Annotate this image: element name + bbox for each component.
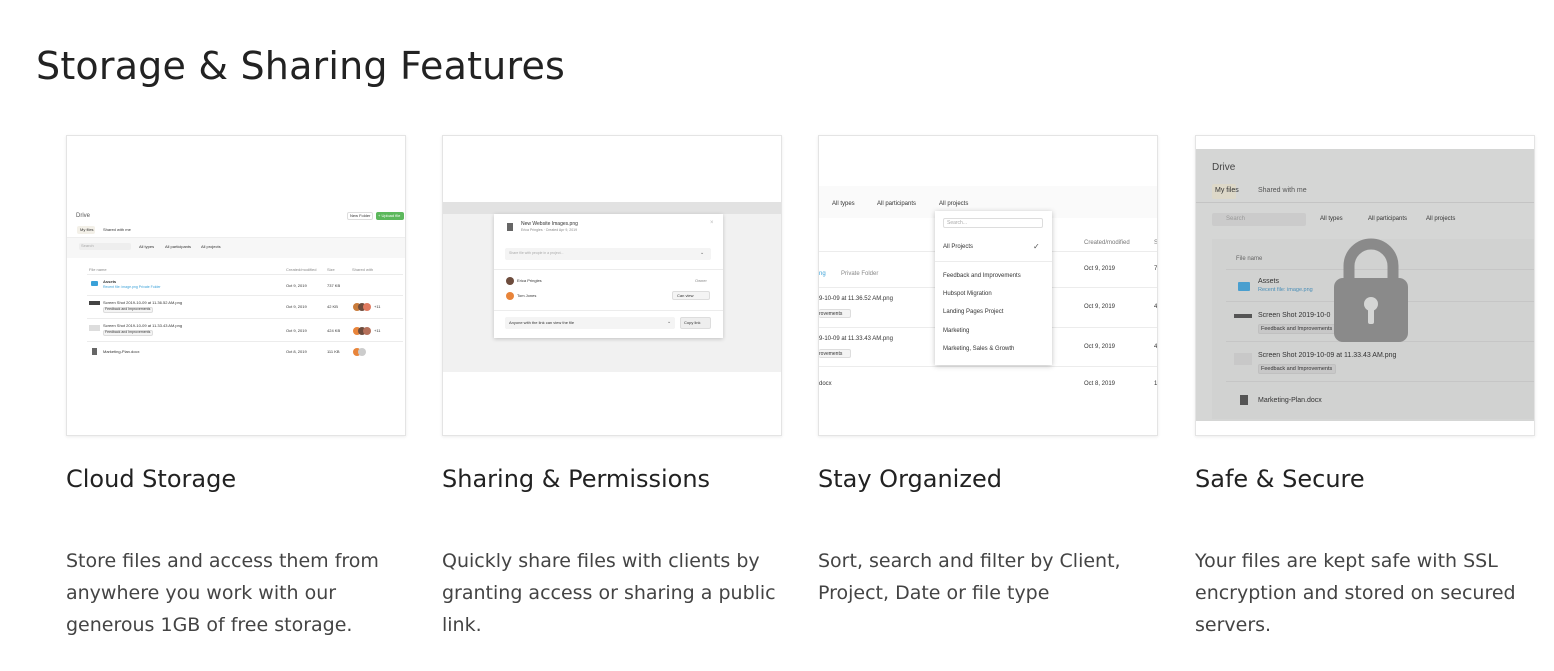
col-size: Si	[1154, 240, 1158, 246]
col-file-name: File name	[89, 267, 107, 272]
feature-card-sharing-permissions: New Website Images.png Erica Pringles · …	[442, 135, 782, 636]
menu-item: Feedback and Improvements	[943, 273, 1021, 279]
chevron-down-icon: ⌄	[667, 319, 672, 325]
image-thumbnail-icon	[89, 301, 100, 305]
col-created: Created/modified	[1084, 240, 1130, 246]
tab-shared-with-me: Shared with me	[103, 227, 131, 232]
dialog-file-name: New Website Images.png	[521, 221, 578, 227]
share-dialog: New Website Images.png Erica Pringles · …	[494, 214, 723, 338]
tab-shared-with-me: Shared with me	[1258, 187, 1307, 194]
col-file-name: File name	[1236, 256, 1263, 262]
page-title: Storage & Sharing Features	[36, 44, 566, 88]
menu-item: Hubspot Migration	[943, 291, 992, 297]
filter-projects: All projects	[939, 201, 969, 207]
document-icon	[1240, 395, 1248, 405]
checkmark-icon: ✓	[1033, 242, 1040, 251]
filter-types: All types	[139, 244, 155, 249]
cloud-storage-screenshot: Drive New Folder + Upload file My files …	[66, 135, 406, 436]
card-description: Sort, search and filter by Client, Proje…	[818, 550, 1121, 604]
image-thumbnail-icon	[1234, 314, 1252, 318]
card-title: Stay Organized	[818, 465, 1002, 493]
avatar	[363, 327, 371, 335]
menu-item: Marketing, Sales & Growth	[943, 346, 1015, 352]
filter-participants: All participants	[877, 201, 917, 207]
chevron-down-icon: ⌄	[700, 250, 705, 256]
filter-participants: All participants	[1368, 216, 1408, 222]
filter-types: All types	[832, 201, 855, 207]
sharing-permissions-screenshot: New Website Images.png Erica Pringles · …	[442, 135, 782, 436]
card-description: Your files are kept safe with SSL encryp…	[1195, 550, 1516, 636]
card-description: Quickly share files with clients by gran…	[442, 550, 776, 636]
image-thumbnail-icon	[1234, 353, 1252, 365]
avatar	[363, 303, 371, 311]
avatar	[506, 292, 514, 300]
card-title: Sharing & Permissions	[442, 465, 711, 493]
filter-types: All types	[1320, 216, 1343, 222]
col-created: Created/modified	[286, 267, 317, 272]
menu-item: Landing Pages Project	[943, 309, 1004, 315]
folder-icon	[1238, 282, 1250, 291]
filter-participants: All participants	[165, 244, 192, 249]
avatar	[358, 348, 366, 356]
folder-icon	[91, 281, 98, 286]
card-title: Safe & Secure	[1195, 465, 1365, 493]
lock-icon	[1334, 238, 1408, 342]
feature-card-safe-secure: Drive My files Shared with me Search All…	[1195, 135, 1535, 636]
card-title: Cloud Storage	[66, 465, 237, 493]
feature-card-cloud-storage: Drive New Folder + Upload file My files …	[66, 135, 406, 636]
image-thumbnail-icon	[89, 325, 100, 331]
projects-dropdown-menu: Search... All Projects ✓ Feedback and Im…	[935, 211, 1052, 365]
filter-projects: All projects	[201, 244, 221, 249]
safe-secure-screenshot: Drive My files Shared with me Search All…	[1195, 135, 1535, 436]
filter-projects: All projects	[1426, 216, 1456, 222]
stay-organized-screenshot: All types All participants All projects …	[818, 135, 1158, 436]
close-icon: ×	[710, 220, 714, 226]
menu-item: Marketing	[943, 328, 970, 334]
drive-title: Drive	[1212, 162, 1236, 173]
drive-title: Drive	[76, 213, 91, 219]
document-icon	[507, 223, 513, 231]
col-shared: Shared with	[352, 267, 374, 272]
card-description: Store files and access them from anywher…	[66, 550, 379, 636]
avatar	[506, 277, 514, 285]
feature-card-stay-organized: All types All participants All projects …	[818, 135, 1158, 604]
document-icon	[92, 348, 97, 355]
col-size: Size	[327, 267, 335, 272]
menu-item: All Projects	[943, 244, 974, 250]
